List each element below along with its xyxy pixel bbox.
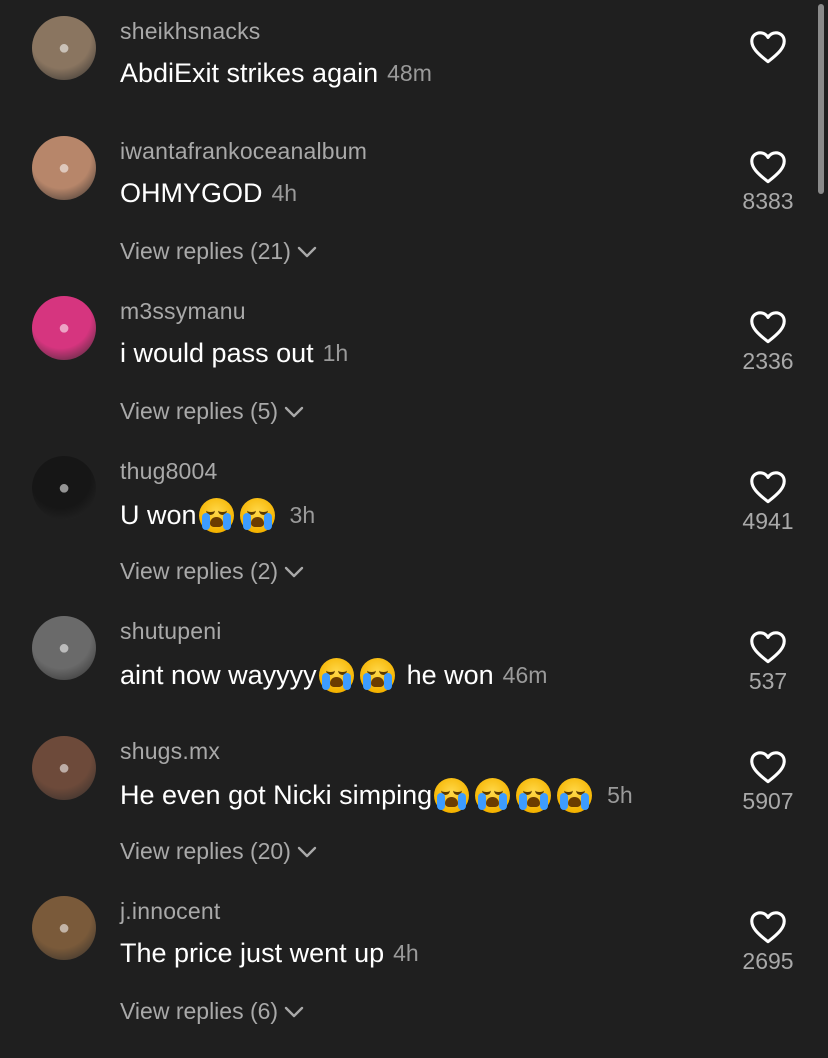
comment-text: OHMYGOD 4h: [120, 178, 297, 209]
like-count: 4941: [742, 508, 794, 534]
like-button[interactable]: 537: [726, 630, 810, 695]
comment-timestamp: 48m: [387, 60, 432, 86]
emoji-group: [198, 498, 281, 533]
loudly-crying-face-emoji: [475, 778, 511, 813]
loudly-crying-face-emoji: [359, 658, 395, 693]
avatar-person-icon: ●: [57, 156, 71, 179]
like-button[interactable]: 2695: [726, 910, 810, 975]
heart-outline-icon: [750, 31, 786, 64]
comment-text: aint now wayyyy he won 46m: [120, 658, 547, 693]
heart-outline-icon: [750, 151, 786, 184]
comment-username[interactable]: thug8004: [120, 458, 218, 485]
view-replies-button[interactable]: View replies (6): [120, 998, 304, 1025]
emoji-group: [318, 658, 401, 693]
loudly-crying-face-emoji: [239, 498, 275, 533]
loudly-crying-face-emoji: [198, 498, 234, 533]
avatar[interactable]: ●: [32, 456, 96, 520]
heart-outline-icon: [750, 631, 786, 664]
comment-text: U won 3h: [120, 498, 315, 533]
comment-username[interactable]: shugs.mx: [120, 738, 220, 765]
like-count: 8383: [742, 188, 794, 214]
loudly-crying-face-emoji: [318, 658, 354, 693]
view-replies-label: View replies (5): [120, 398, 279, 424]
loudly-crying-face-emoji: [434, 778, 470, 813]
view-replies-button[interactable]: View replies (2): [120, 558, 304, 585]
avatar-person-icon: ●: [57, 316, 71, 339]
chevron-down-icon: [297, 246, 317, 257]
avatar[interactable]: ●: [32, 16, 96, 80]
heart-outline-icon: [750, 911, 786, 944]
comment-text: i would pass out 1h: [120, 338, 348, 369]
like-count: 2336: [742, 348, 794, 374]
comment-body: aint now wayyyy: [120, 660, 317, 690]
avatar[interactable]: ●: [32, 616, 96, 680]
view-replies-label: View replies (2): [120, 558, 279, 584]
avatar-person-icon: ●: [57, 636, 71, 659]
comment-timestamp: 3h: [289, 502, 316, 528]
heart-outline-icon: [750, 751, 786, 784]
avatar-person-icon: ●: [57, 916, 71, 939]
loudly-crying-face-emoji: [516, 778, 552, 813]
view-replies-button[interactable]: View replies (5): [120, 398, 304, 425]
like-count: 537: [748, 668, 788, 694]
like-button[interactable]: 4941: [726, 470, 810, 535]
avatar-food-icon: ●: [57, 36, 71, 59]
avatar-anime-icon: ●: [57, 476, 71, 499]
avatar[interactable]: ●: [32, 296, 96, 360]
heart-outline-icon: [750, 311, 786, 344]
loudly-crying-face-emoji: [557, 778, 593, 813]
comment-body: U won: [120, 500, 197, 530]
comment-timestamp: 4h: [271, 180, 298, 206]
comment-body: OHMYGOD: [120, 178, 263, 208]
comment-timestamp: 1h: [322, 340, 349, 366]
comment-text: The price just went up 4h: [120, 938, 419, 969]
comment-username[interactable]: sheikhsnacks: [120, 18, 260, 45]
like-button[interactable]: 8383: [726, 150, 810, 215]
like-count: 2695: [742, 948, 794, 974]
comments-list: ● sheikhsnacks AbdiExit strikes again 48m ● i…: [0, 0, 828, 1058]
view-replies-label: View replies (20): [120, 838, 291, 864]
view-replies-label: View replies (21): [120, 238, 291, 264]
heart-outline-icon: [750, 471, 786, 504]
comment-username[interactable]: m3ssymanu: [120, 298, 246, 325]
chevron-down-icon: [284, 406, 304, 417]
chevron-down-icon: [297, 846, 317, 857]
comment-timestamp: 46m: [502, 662, 548, 688]
avatar-person-icon: ●: [57, 756, 71, 779]
comment-body: AbdiExit strikes again: [120, 58, 379, 88]
comment-text: AbdiExit strikes again 48m: [120, 58, 432, 89]
chevron-down-icon: [284, 566, 304, 577]
comment-username[interactable]: shutupeni: [120, 618, 222, 645]
view-replies-label: View replies (6): [120, 998, 279, 1024]
comment-body: He even got Nicki simping: [120, 780, 433, 810]
chevron-down-icon: [284, 1006, 304, 1017]
like-button[interactable]: 2336: [726, 310, 810, 375]
view-replies-button[interactable]: View replies (20): [120, 838, 317, 865]
comment-body: i would pass out: [120, 338, 314, 368]
like-count: 5907: [742, 788, 794, 814]
comment-timestamp: 5h: [607, 782, 633, 808]
avatar[interactable]: ●: [32, 136, 96, 200]
comment-timestamp: 4h: [393, 940, 419, 966]
comment-username[interactable]: j.innocent: [120, 898, 220, 925]
comment-body-continued: he won: [406, 660, 494, 690]
comment-username[interactable]: iwantafrankoceanalbum: [120, 138, 367, 165]
view-replies-button[interactable]: View replies (21): [120, 238, 317, 265]
like-button[interactable]: 5907: [726, 750, 810, 815]
scrollbar[interactable]: [818, 4, 824, 194]
emoji-group: [434, 778, 598, 813]
comment-body: The price just went up: [120, 938, 385, 968]
like-button[interactable]: [726, 30, 810, 64]
comment-text: He even got Nicki simping 5h: [120, 778, 633, 813]
avatar[interactable]: ●: [32, 896, 96, 960]
avatar[interactable]: ●: [32, 736, 96, 800]
